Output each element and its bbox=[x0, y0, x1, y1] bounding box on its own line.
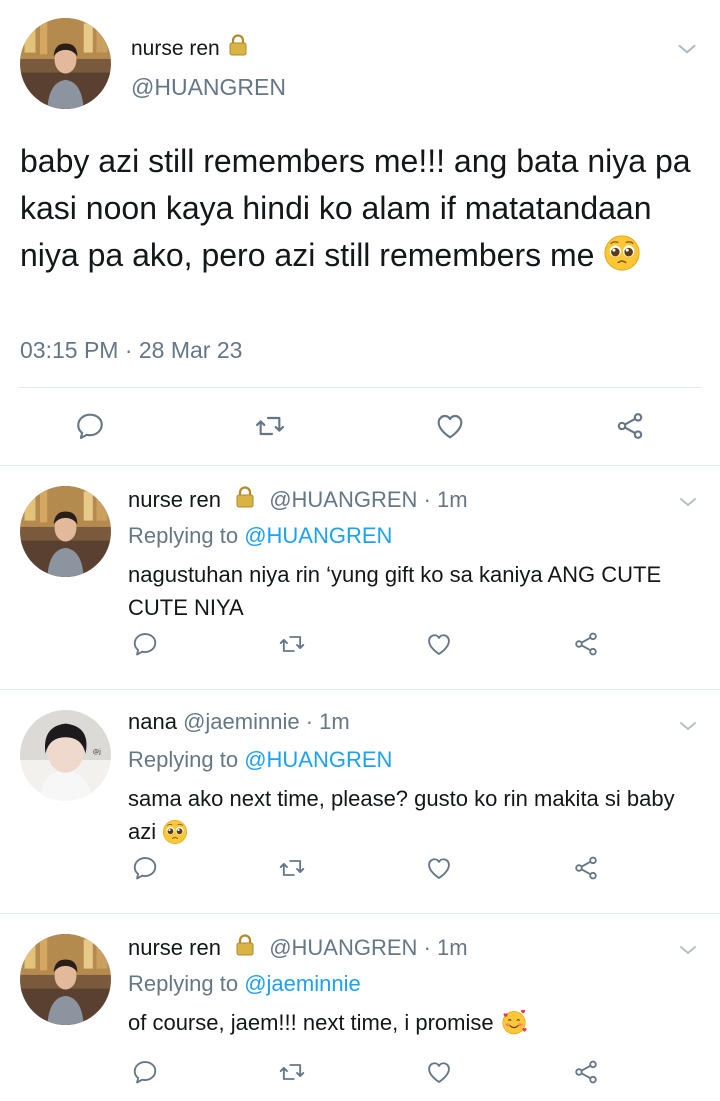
display-name[interactable]: nurse ren bbox=[128, 935, 221, 960]
display-name[interactable]: nurse ren bbox=[131, 33, 250, 61]
tweet-timestamp[interactable]: 03:15 PM · 28 Mar 23 bbox=[20, 337, 242, 364]
tweet-text: of course, jaem!!! next time, i promise bbox=[128, 1006, 703, 1039]
retweet-icon[interactable] bbox=[254, 410, 286, 442]
handle[interactable]: @jaeminnie bbox=[183, 709, 300, 734]
smiling-face-with-hearts-emoji-icon bbox=[500, 1008, 528, 1036]
tweet-text-body: of course, jaem!!! next time, i promise bbox=[128, 1010, 494, 1035]
tweet-text: sama ako next time, please? gusto ko rin… bbox=[128, 782, 703, 848]
display-name-text: nurse ren bbox=[131, 37, 220, 60]
avatar[interactable] bbox=[20, 934, 111, 1025]
main-tweet: nurse ren @HUANGREN baby azi still remem… bbox=[0, 0, 720, 466]
chevron-down-icon[interactable] bbox=[676, 938, 700, 962]
divider bbox=[20, 387, 700, 388]
reply-header: nana @jaeminnie · 1m bbox=[128, 709, 350, 735]
retweet-icon[interactable] bbox=[278, 630, 306, 658]
lock-icon bbox=[226, 33, 250, 57]
replying-to-prefix: Replying to bbox=[128, 523, 239, 548]
replying-to-prefix: Replying to bbox=[128, 747, 239, 772]
replying-to-link[interactable]: @jaeminnie bbox=[244, 971, 361, 996]
reply-icon[interactable] bbox=[131, 630, 159, 658]
avatar[interactable] bbox=[20, 18, 111, 109]
chevron-down-icon[interactable] bbox=[676, 490, 700, 514]
reply-icon[interactable] bbox=[131, 854, 159, 882]
tweet-text: nagustuhan niya rin ‘yung gift ko sa kan… bbox=[128, 562, 662, 620]
tweet-text-body: sama ako next time, please? gusto ko rin… bbox=[128, 786, 675, 844]
reply-header: nurse ren @HUANGREN · 1m bbox=[128, 933, 468, 961]
share-icon[interactable] bbox=[572, 1058, 600, 1086]
share-icon[interactable] bbox=[614, 410, 646, 442]
replying-to: Replying to @HUANGREN bbox=[128, 523, 392, 549]
retweet-icon[interactable] bbox=[278, 854, 306, 882]
lock-icon bbox=[233, 933, 257, 957]
lock-icon bbox=[233, 485, 257, 509]
relative-time: · 1m bbox=[423, 935, 468, 960]
reply-icon[interactable] bbox=[74, 410, 106, 442]
reply-tweet[interactable]: nurse ren @HUANGREN · 1m Replying to @ja… bbox=[0, 914, 720, 1101]
chevron-down-icon[interactable] bbox=[674, 36, 700, 62]
pleading-face-emoji-icon bbox=[603, 234, 641, 272]
reply-tweet[interactable]: nurse ren @HUANGREN · 1m Replying to @HU… bbox=[0, 466, 720, 688]
tweet-text: baby azi still remembers me!!! ang bata … bbox=[20, 138, 700, 279]
tweet-actions bbox=[0, 400, 720, 452]
pleading-face-emoji-icon bbox=[162, 819, 188, 845]
avatar[interactable] bbox=[20, 710, 111, 801]
replying-to-link[interactable]: @HUANGREN bbox=[244, 523, 392, 548]
handle[interactable]: @HUANGREN bbox=[131, 74, 286, 101]
tweet-actions bbox=[0, 1052, 720, 1092]
display-name[interactable]: nana bbox=[128, 709, 177, 734]
retweet-icon[interactable] bbox=[278, 1058, 306, 1086]
heart-icon[interactable] bbox=[425, 854, 453, 882]
replying-to: Replying to @HUANGREN bbox=[128, 747, 392, 773]
reply-icon[interactable] bbox=[131, 1058, 159, 1086]
share-icon[interactable] bbox=[572, 630, 600, 658]
share-icon[interactable] bbox=[572, 854, 600, 882]
handle[interactable]: @HUANGREN bbox=[269, 487, 417, 512]
tweet-actions bbox=[0, 848, 720, 888]
heart-icon[interactable] bbox=[425, 1058, 453, 1086]
tweet-text-body: baby azi still remembers me!!! ang bata … bbox=[20, 143, 691, 273]
reply-tweet[interactable]: nana @jaeminnie · 1m Replying to @HUANGR… bbox=[0, 690, 720, 912]
heart-icon[interactable] bbox=[434, 410, 466, 442]
handle[interactable]: @HUANGREN bbox=[269, 935, 417, 960]
reply-header: nurse ren @HUANGREN · 1m bbox=[128, 485, 468, 513]
relative-time: · 1m bbox=[423, 487, 468, 512]
replying-to-prefix: Replying to bbox=[128, 971, 239, 996]
tweet-actions bbox=[0, 624, 720, 664]
replying-to-link[interactable]: @HUANGREN bbox=[244, 747, 392, 772]
replying-to: Replying to @jaeminnie bbox=[128, 971, 361, 997]
display-name[interactable]: nurse ren bbox=[128, 487, 221, 512]
heart-icon[interactable] bbox=[425, 630, 453, 658]
relative-time: · 1m bbox=[305, 709, 350, 734]
chevron-down-icon[interactable] bbox=[676, 714, 700, 738]
avatar[interactable] bbox=[20, 486, 111, 577]
